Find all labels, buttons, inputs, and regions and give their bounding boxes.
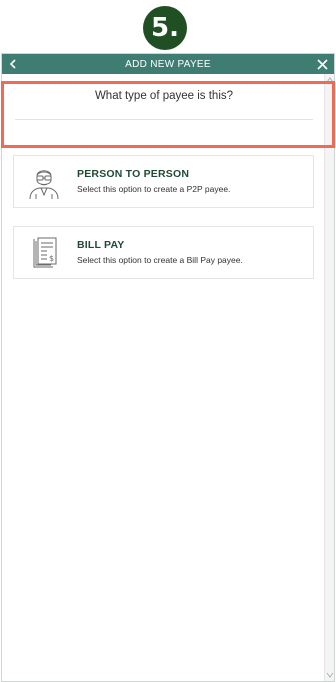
chevron-left-icon <box>9 59 16 69</box>
bill-pay-option[interactable]: $ BILL PAY Select this option to create … <box>13 226 314 279</box>
dialog-title: ADD NEW PAYEE <box>125 58 211 70</box>
option-title: PERSON TO PERSON <box>77 168 190 180</box>
close-icon <box>316 58 328 70</box>
scrollbar[interactable] <box>324 74 334 681</box>
person-icon <box>29 170 59 200</box>
close-button[interactable] <box>314 54 330 74</box>
option-description: Select this option to create a P2P payee… <box>77 184 231 194</box>
add-payee-dialog: ADD NEW PAYEE What type of payee is this… <box>1 53 335 682</box>
option-title: BILL PAY <box>77 239 125 251</box>
scroll-down-icon[interactable] <box>326 671 334 679</box>
bill-icon: $ <box>33 237 57 268</box>
svg-text:$: $ <box>49 254 54 263</box>
payee-type-question: What type of payee is this? <box>94 90 234 102</box>
person-to-person-option[interactable]: PERSON TO PERSON Select this option to c… <box>13 155 314 208</box>
dialog-header: ADD NEW PAYEE <box>2 54 334 74</box>
back-button[interactable] <box>4 54 22 74</box>
option-description: Select this option to create a Bill Pay … <box>77 255 243 265</box>
step-badge: 5. <box>143 6 187 50</box>
divider <box>15 119 313 120</box>
scroll-up-icon[interactable] <box>326 76 334 84</box>
